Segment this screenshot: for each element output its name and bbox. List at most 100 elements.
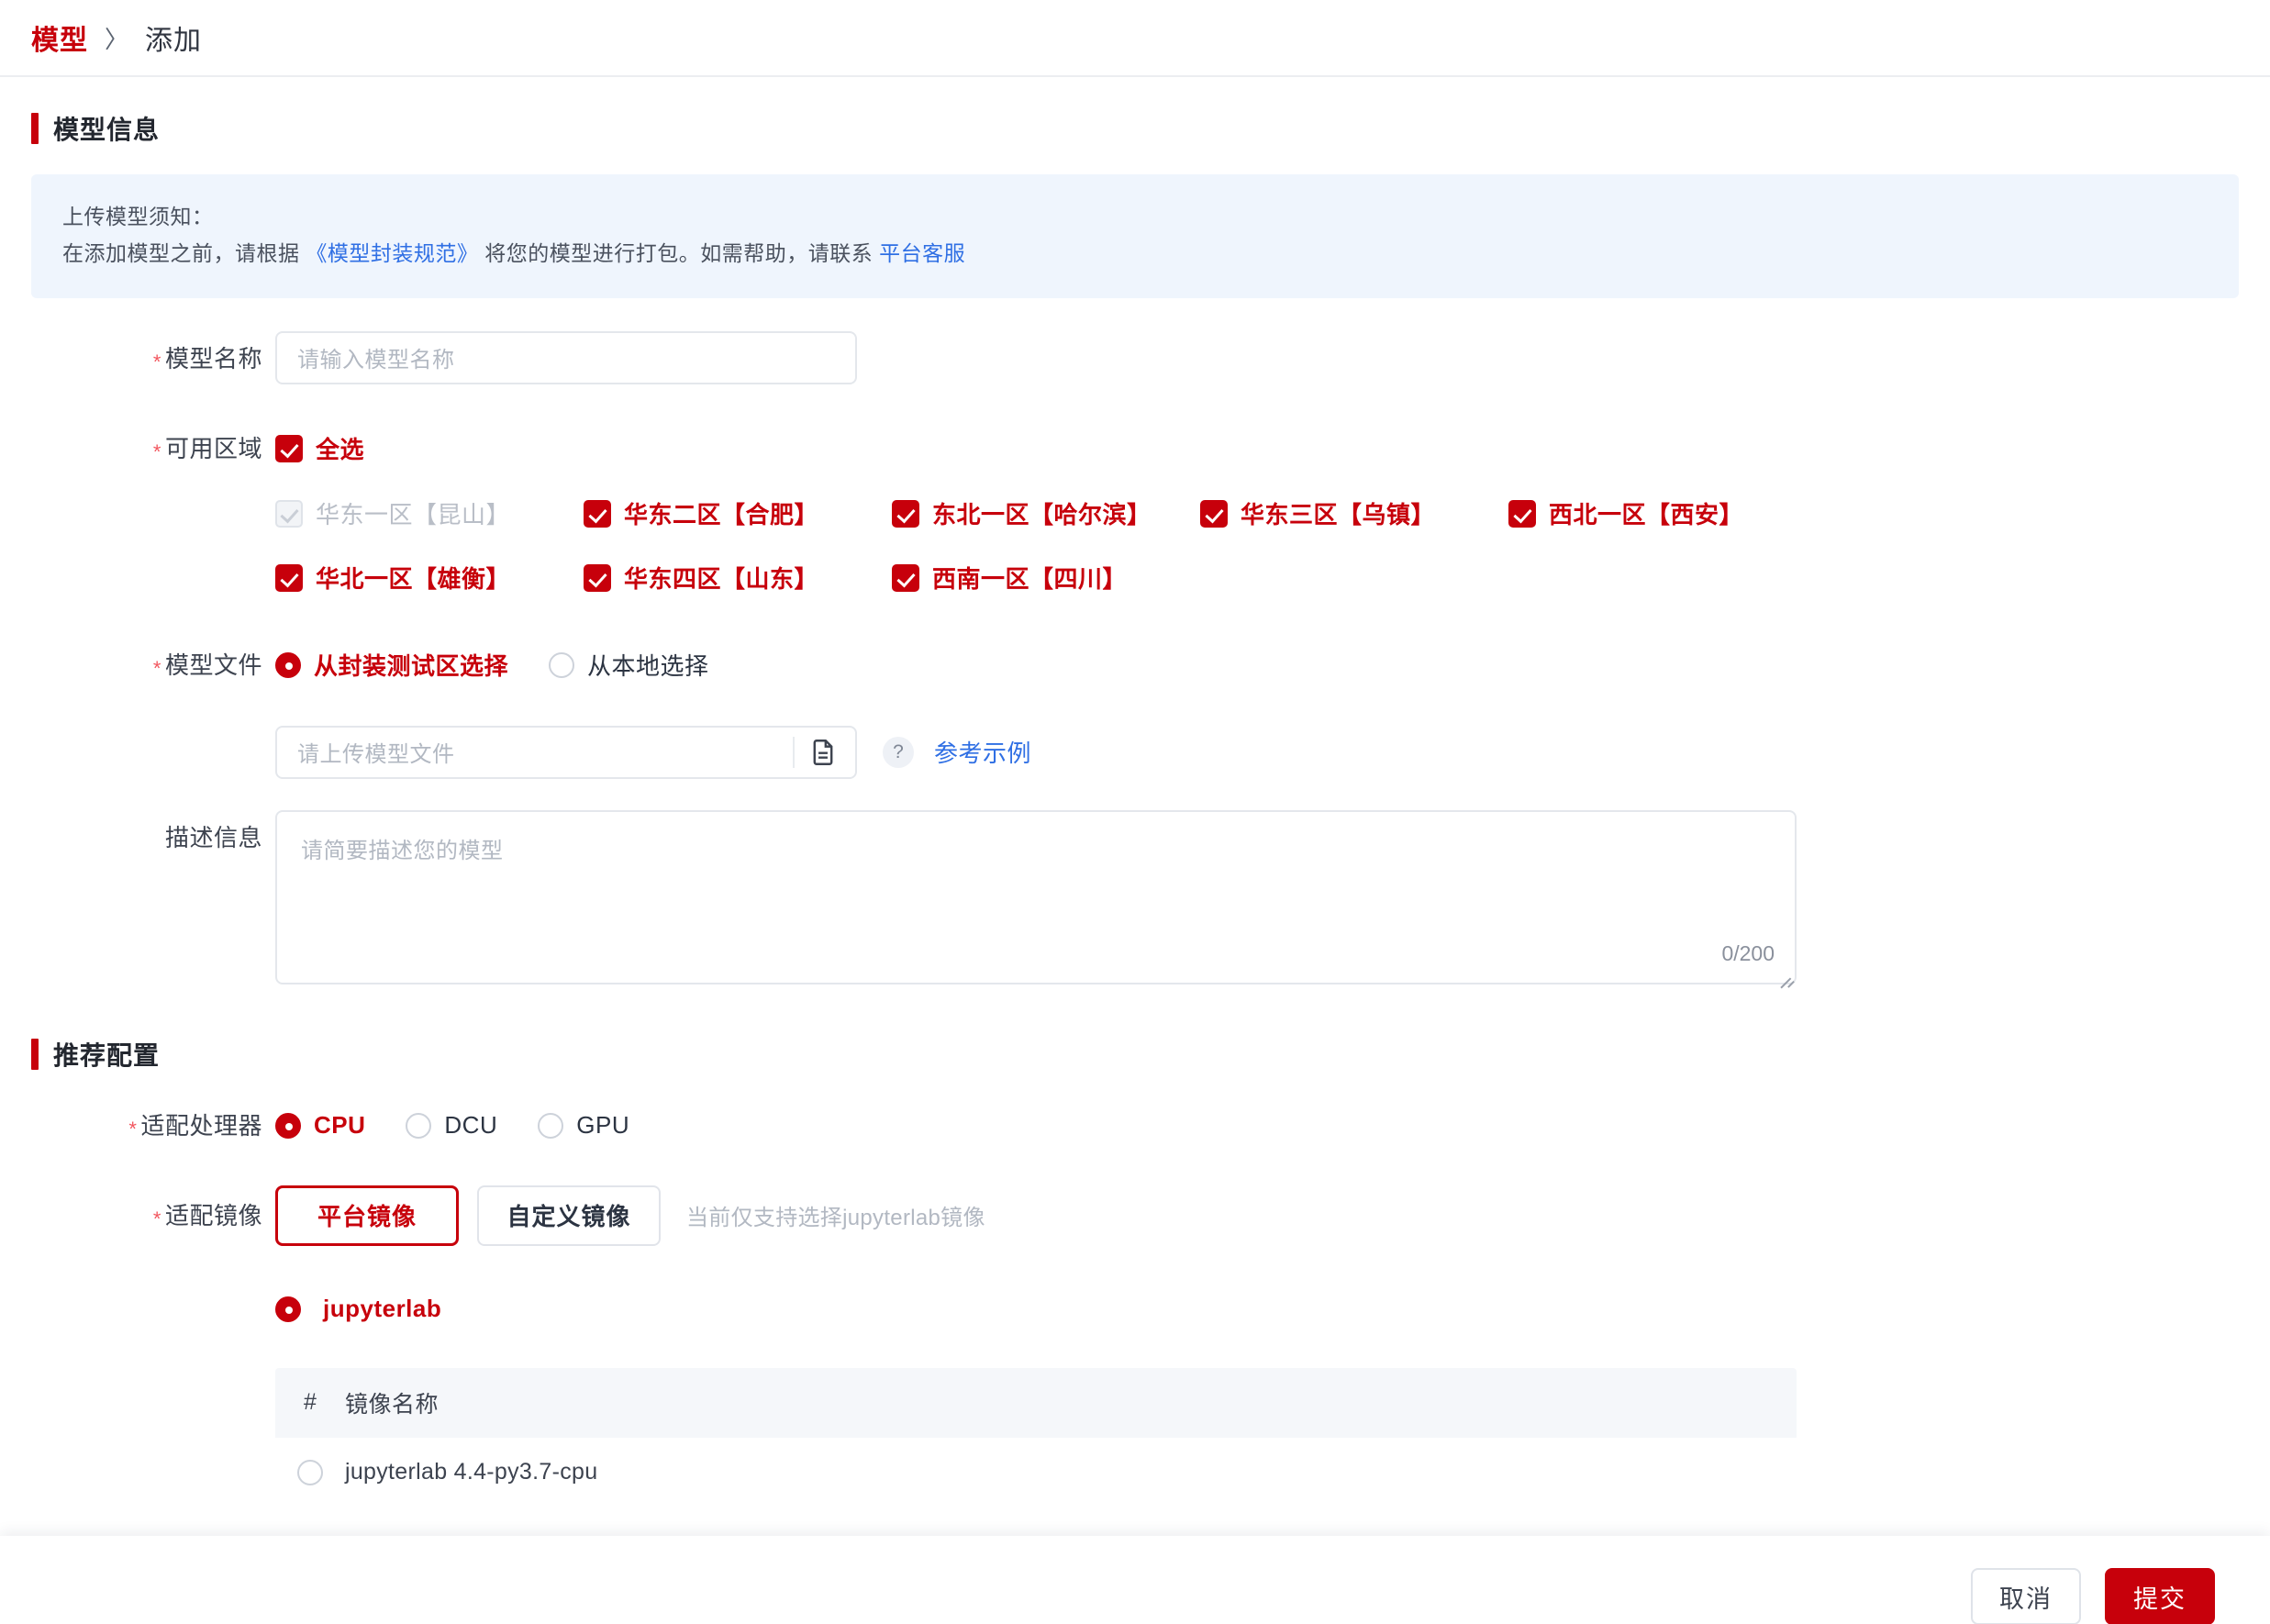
image-table: # 镜像名称 jupyterlab 4.4-py3.7-cpu (275, 1367, 1797, 1507)
radio-processor-gpu[interactable]: GPU (538, 1111, 629, 1140)
description-textarea[interactable]: 请简要描述您的模型 0/200 (275, 809, 1797, 989)
checkbox-box-icon (275, 434, 303, 462)
zone-item-5[interactable]: 华北一区【雄衡】 (275, 546, 584, 610)
submit-button[interactable]: 提交 (2105, 1568, 2215, 1624)
label-model-name-text: 模型名称 (164, 344, 262, 373)
breadcrumb-current-add: 添加 (145, 26, 203, 56)
radio-label-from-package-test-zone: 从封装测试区选择 (314, 652, 509, 680)
zone-item-4[interactable]: 西北一区【西安】 (1508, 482, 1817, 546)
label-zones: * 可用区域 (0, 421, 275, 480)
column-header-image-name: 镜像名称 (345, 1391, 440, 1418)
required-star-icon: * (152, 656, 161, 680)
field-row-description: 描述信息 请简要描述您的模型 0/200 (0, 809, 2270, 989)
zone-label-3: 华东三区【乌镇】 (1241, 501, 1436, 528)
description-char-counter: 0/200 (1721, 940, 1775, 965)
input-divider (793, 736, 795, 768)
radio-label-dcu: DCU (444, 1111, 498, 1139)
field-row-processor: * 适配处理器 CPU DCU GPU (0, 1098, 2270, 1157)
radio-label-cpu: CPU (314, 1111, 366, 1139)
label-model-file: * 模型文件 (0, 638, 275, 696)
breadcrumb-link-models[interactable]: 模型 (31, 17, 88, 58)
resize-handle-icon[interactable] (1776, 965, 1795, 989)
section-recommended-config: 推荐配置 (0, 1036, 2270, 1073)
row-image-name: jupyterlab 4.4-py3.7-cpu (345, 1459, 598, 1485)
breadcrumb: 模型 〉 添加 (0, 0, 2270, 77)
radio-from-local[interactable]: 从本地选择 (549, 648, 709, 682)
button-platform-image[interactable]: 平台镜像 (275, 1185, 459, 1246)
breadcrumb-separator-icon: 〉 (105, 25, 129, 53)
zone-label-7: 西南一区【四川】 (932, 565, 1128, 593)
radio-dot-icon (549, 651, 575, 678)
model-file-placeholder: 请上传模型文件 (297, 742, 455, 767)
section-accent-bar (31, 1038, 39, 1070)
image-type-button-group: 平台镜像 自定义镜像 当前仅支持选择jupyterlab镜像 (275, 1183, 2270, 1249)
radio-dot-icon (275, 1296, 301, 1322)
label-image: * 适配镜像 (0, 1183, 275, 1252)
field-row-model-file: * 模型文件 从封装测试区选择 从本地选择 请上传模型文件 ? 参考示例 (0, 638, 2270, 779)
cancel-button[interactable]: 取消 (1971, 1568, 2081, 1624)
zone-item-1[interactable]: 华东二区【合肥】 (584, 482, 892, 546)
zone-label-1: 华东二区【合肥】 (624, 501, 819, 528)
sample-reference-link[interactable]: 参考示例 (934, 735, 1031, 769)
radio-image-jupyterlab[interactable]: jupyterlab (275, 1295, 441, 1323)
zone-label-2: 东北一区【哈尔滨】 (932, 501, 1152, 528)
zone-checkbox-grid: 华东一区【昆山】 华东二区【合肥】 东北一区【哈尔滨】 华东三区【乌镇】 西北一… (275, 482, 2037, 610)
upload-notice-banner: 上传模型须知： 在添加模型之前，请根据 《模型封装规范》 将您的模型进行打包。如… (31, 174, 2239, 298)
label-description: 描述信息 (0, 810, 275, 865)
checkbox-box-icon (275, 563, 303, 592)
image-support-hint: 当前仅支持选择jupyterlab镜像 (686, 1206, 985, 1230)
zone-item-7[interactable]: 西南一区【四川】 (892, 546, 1200, 610)
required-star-icon: * (128, 1117, 138, 1140)
notice-text-mid: 将您的模型进行打包。如需帮助，请联系 (478, 241, 880, 266)
section-model-info-title: 模型信息 (53, 116, 161, 144)
button-custom-image[interactable]: 自定义镜像 (477, 1185, 661, 1246)
radio-dot-icon[interactable] (297, 1459, 323, 1485)
model-name-placeholder: 请输入模型名称 (297, 348, 455, 373)
table-row[interactable]: jupyterlab 4.4-py3.7-cpu (275, 1437, 1797, 1507)
image-table-header: # 镜像名称 (275, 1367, 1797, 1438)
page-body: 模型信息 上传模型须知： 在添加模型之前，请根据 《模型封装规范》 将您的模型进… (0, 110, 2270, 1624)
radio-dot-icon (275, 651, 301, 678)
section-model-info: 模型信息 (0, 110, 2270, 147)
section-accent-bar (31, 113, 39, 144)
radio-processor-dcu[interactable]: DCU (406, 1111, 497, 1140)
zone-label-6: 华东四区【山东】 (624, 565, 819, 593)
label-zones-text: 可用区域 (164, 434, 262, 462)
model-file-upload-row: 请上传模型文件 ? 参考示例 (275, 725, 2270, 779)
label-processor-text: 适配处理器 (140, 1111, 262, 1140)
label-model-file-text: 模型文件 (164, 651, 262, 679)
checkbox-box-icon (1508, 499, 1536, 528)
document-icon[interactable] (807, 737, 839, 768)
zone-item-2[interactable]: 东北一区【哈尔滨】 (892, 482, 1200, 546)
checkbox-box-icon (1200, 499, 1228, 528)
radio-label-gpu: GPU (576, 1111, 630, 1139)
footer-action-bar: 取消 提交 (0, 1536, 2270, 1624)
zone-item-0[interactable]: 华东一区【昆山】 (275, 482, 584, 546)
field-row-zones: * 可用区域 全选 华东一区【昆山】 华东二区【合肥】 东北一区【哈尔滨】 华东… (0, 421, 2270, 610)
packaging-spec-link[interactable]: 《模型封装规范》 (306, 241, 478, 265)
model-file-upload-input[interactable]: 请上传模型文件 (275, 725, 857, 779)
zone-item-6[interactable]: 华东四区【山东】 (584, 546, 892, 610)
section-recommended-config-title: 推荐配置 (53, 1040, 161, 1070)
platform-support-link[interactable]: 平台客服 (879, 241, 965, 265)
zone-item-3[interactable]: 华东三区【乌镇】 (1200, 482, 1508, 546)
image-name-radio-group: jupyterlab (275, 1282, 2270, 1337)
radio-from-package-test-zone[interactable]: 从封装测试区选择 (275, 648, 508, 682)
radio-processor-cpu[interactable]: CPU (275, 1111, 365, 1140)
radio-dot-icon (538, 1112, 564, 1139)
notice-line-2: 在添加模型之前，请根据 《模型封装规范》 将您的模型进行打包。如需帮助，请联系 … (62, 235, 2208, 272)
zone-label-5: 华北一区【雄衡】 (316, 565, 511, 593)
radio-dot-icon (406, 1112, 432, 1139)
question-mark-icon[interactable]: ? (883, 736, 914, 768)
field-row-model-name: * 模型名称 请输入模型名称 (0, 330, 2270, 390)
notice-text-pre: 在添加模型之前，请根据 (62, 241, 306, 266)
row-radio-cell[interactable] (275, 1459, 345, 1485)
checkbox-select-all[interactable]: 全选 (275, 421, 364, 476)
required-star-icon: * (152, 439, 161, 463)
description-placeholder: 请简要描述您的模型 (301, 838, 504, 863)
required-star-icon: * (152, 1207, 161, 1230)
model-name-input[interactable]: 请输入模型名称 (275, 330, 857, 384)
required-star-icon: * (152, 350, 161, 373)
zone-label-4: 西北一区【西安】 (1549, 501, 1744, 528)
checkbox-box-icon (275, 499, 303, 528)
